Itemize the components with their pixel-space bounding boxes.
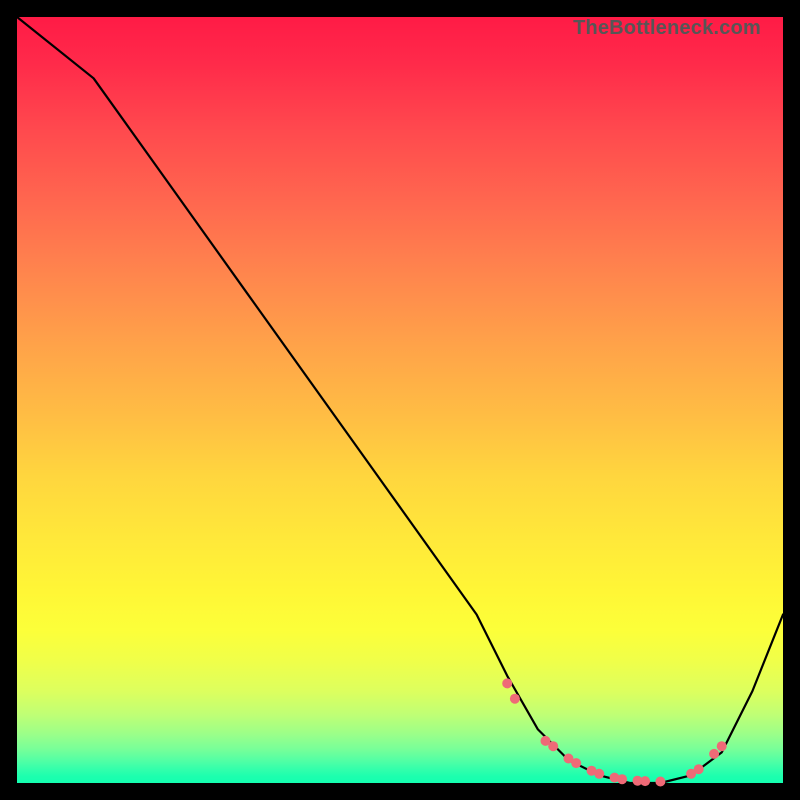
chart-frame: TheBottleneck.com: [0, 0, 800, 800]
marker-dot: [510, 694, 520, 704]
marker-dot: [709, 749, 719, 759]
marker-dot: [548, 741, 558, 751]
curve-line: [17, 17, 783, 783]
marker-dot: [640, 776, 650, 786]
watermark-text: TheBottleneck.com: [573, 17, 761, 40]
chart-svg: [17, 17, 783, 783]
marker-dot: [617, 774, 627, 784]
marker-dot: [655, 777, 665, 787]
marker-dot: [571, 758, 581, 768]
highlight-markers: [502, 678, 727, 786]
marker-dot: [694, 764, 704, 774]
marker-dot: [502, 678, 512, 688]
marker-dot: [594, 769, 604, 779]
plot-area: TheBottleneck.com: [17, 17, 783, 783]
marker-dot: [717, 741, 727, 751]
